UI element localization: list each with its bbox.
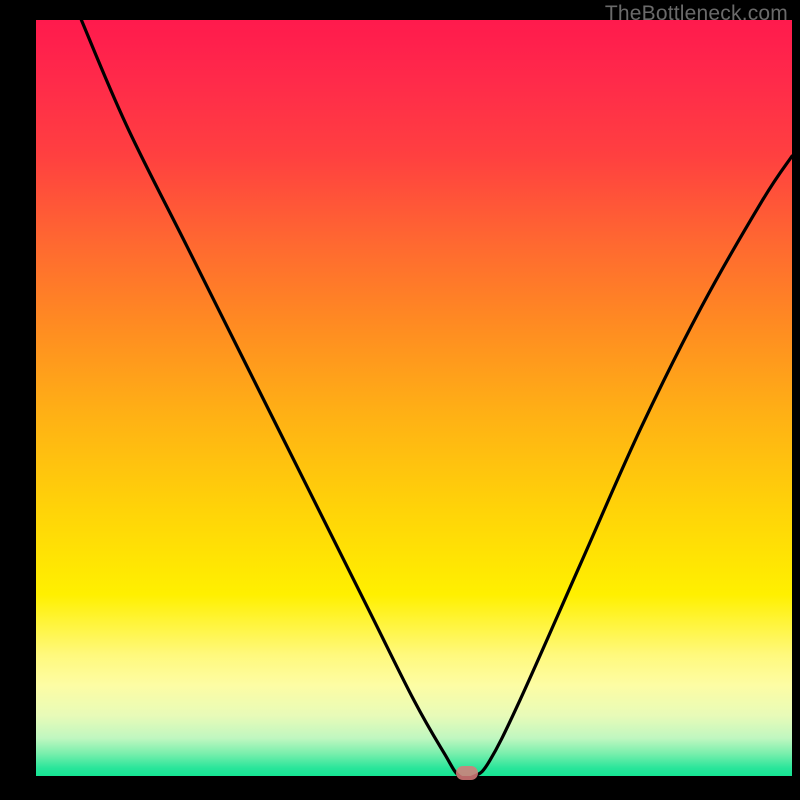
- plot-area: [36, 20, 792, 776]
- chart-frame: TheBottleneck.com: [0, 0, 800, 800]
- bottleneck-curve: [36, 20, 792, 776]
- optimal-marker: [456, 766, 478, 780]
